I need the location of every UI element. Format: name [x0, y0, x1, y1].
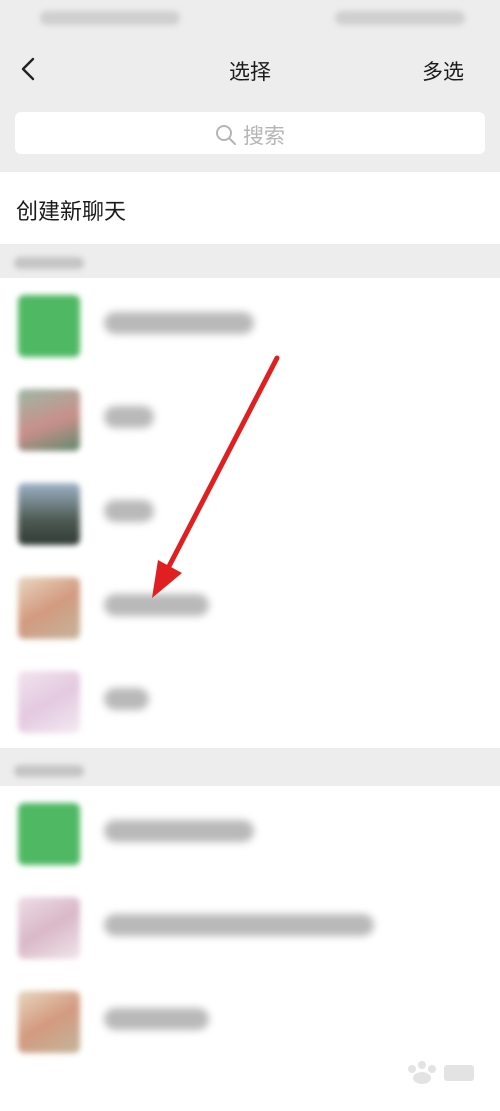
list-item[interactable] [0, 466, 500, 560]
contact-name [104, 820, 254, 842]
baidu-watermark-icon [408, 1061, 474, 1084]
recent-chat-list [0, 278, 500, 748]
list-item[interactable] [0, 786, 500, 880]
list-item[interactable] [0, 654, 500, 748]
watermark [400, 1057, 480, 1091]
search-input[interactable]: 搜索 [15, 112, 485, 154]
avatar [18, 483, 80, 545]
avatar [18, 577, 80, 639]
contact-name [104, 312, 254, 334]
list-item[interactable] [0, 372, 500, 466]
avatar [18, 389, 80, 451]
search-icon [216, 125, 236, 145]
multi-select-button[interactable]: 多选 [422, 56, 464, 86]
contact-name [104, 914, 374, 936]
contact-name [104, 688, 149, 710]
search-placeholder: 搜索 [243, 124, 285, 148]
avatar [18, 991, 80, 1053]
avatar [18, 803, 80, 865]
contact-name [104, 594, 209, 616]
contact-name [104, 500, 154, 522]
list-item[interactable] [0, 880, 500, 974]
list-item[interactable] [0, 974, 500, 1068]
avatar [18, 897, 80, 959]
section-header-recent [0, 248, 500, 278]
contact-name [104, 1008, 209, 1030]
list-item[interactable] [0, 278, 500, 372]
nav-bar: 选择 多选 [0, 40, 500, 100]
avatar [18, 295, 80, 357]
list-item[interactable] [0, 560, 500, 654]
status-bar [0, 0, 500, 36]
new-chat-label: 创建新聊天 [16, 200, 127, 225]
section-header-contacts [0, 756, 500, 786]
contact-name [104, 406, 154, 428]
new-chat-item[interactable]: 创建新聊天 [0, 172, 500, 244]
avatar [18, 671, 80, 733]
